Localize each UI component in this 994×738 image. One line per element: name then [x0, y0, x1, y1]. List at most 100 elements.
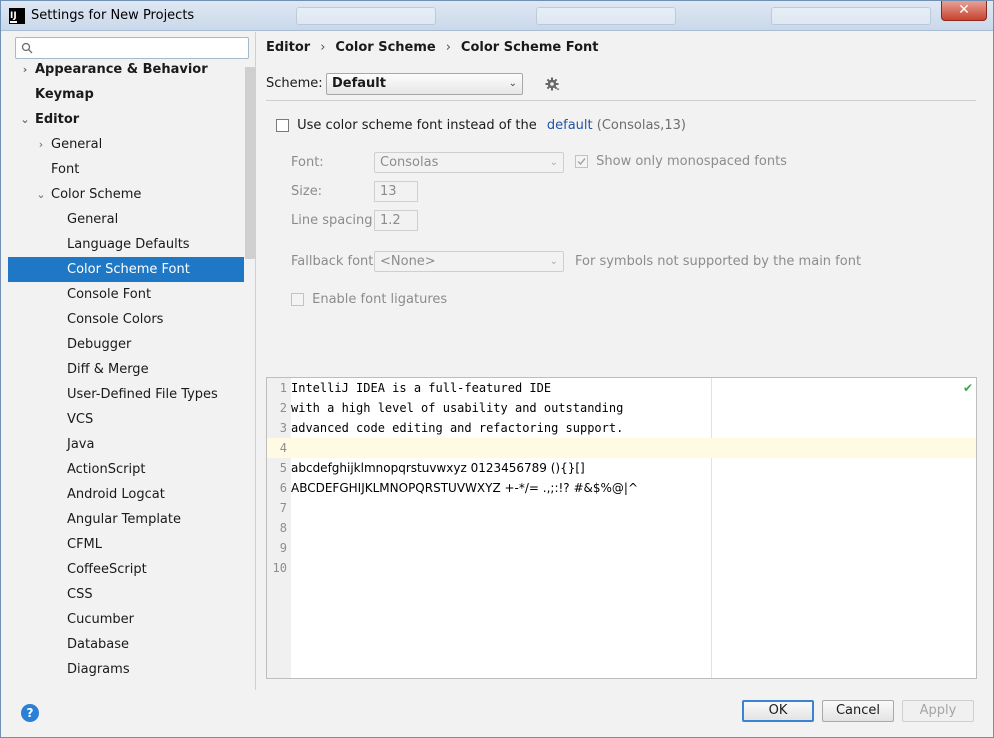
tree-item-label: Cucumber [67, 612, 134, 627]
tree-item-label: User-Defined File Types [67, 387, 218, 402]
tree-item[interactable]: Console Font [8, 282, 244, 307]
tree-item-label: Color Scheme Font [67, 262, 190, 277]
tree-item-label: CSS [67, 587, 93, 602]
tree-item[interactable]: › General [8, 132, 244, 157]
tree-item[interactable]: Language Defaults [8, 232, 244, 257]
tree-item[interactable]: Cucumber [8, 607, 244, 632]
ligatures-checkbox[interactable] [291, 293, 304, 306]
chevron-down-icon: ⌄ [549, 157, 558, 168]
settings-window: IJ Settings for New Projects ✕ › Appearan… [0, 0, 994, 738]
chevron-right-icon[interactable]: › [19, 57, 31, 82]
code-line: 10 [267, 558, 976, 578]
line-spacing-label: Line spacing: [291, 213, 377, 228]
tree-item[interactable]: Diff & Merge [8, 357, 244, 382]
tree-item-label: Debugger [67, 337, 132, 352]
title-bar[interactable]: IJ Settings for New Projects ✕ [1, 1, 993, 31]
show-mono-checkbox[interactable] [575, 155, 588, 168]
chevron-down-icon[interactable]: ⌄ [35, 182, 47, 207]
tree-item-label: Angular Template [67, 512, 181, 527]
code-line: 2 with a high level of usability and outs… [267, 398, 976, 418]
tree-item[interactable]: Java [8, 432, 244, 457]
tree-item[interactable]: Color Scheme Font [8, 257, 244, 282]
code-line: 3 advanced code editing and refactoring s… [267, 418, 976, 438]
show-mono-row: Show only monospaced fonts [575, 154, 787, 169]
tree-item[interactable]: User-Defined File Types [8, 382, 244, 407]
use-scheme-font-checkbox[interactable] [276, 119, 289, 132]
tree-item[interactable]: Android Logcat [8, 482, 244, 507]
line-number: 5 [279, 461, 287, 475]
line-spacing-field[interactable]: 1.2 [374, 210, 418, 231]
font-dropdown[interactable]: Consolas ⌄ [374, 152, 564, 173]
tree-item-label: Database [67, 637, 130, 652]
ok-button[interactable]: OK [742, 700, 814, 722]
size-label: Size: [291, 184, 323, 199]
tree-item-label: CoffeeScript [67, 562, 147, 577]
tree-item[interactable]: CFML [8, 532, 244, 557]
use-scheme-font-row: Use color scheme font instead of the def… [276, 118, 686, 133]
settings-content-panel: Editor › Color Scheme › Color Scheme Font Sc… [257, 32, 993, 690]
fallback-font-hint: For symbols not supported by the main fo… [575, 254, 862, 269]
tree-item[interactable]: Angular Template [8, 507, 244, 532]
tree-item[interactable]: ⌄ Color Scheme [8, 182, 244, 207]
code-text: abcdefghijklmnopqrstuvwxyz 0123456789 ()… [291, 461, 585, 475]
fallback-font-dropdown[interactable]: <None> ⌄ [374, 251, 564, 272]
breadcrumb-editor[interactable]: Editor [266, 40, 310, 55]
code-line: 8 [267, 518, 976, 538]
font-label: Font: [291, 155, 324, 170]
apply-button[interactable]: Apply [902, 700, 974, 722]
tree-item-label: Java [67, 437, 95, 452]
tree-item-label: Appearance & Behavior [35, 62, 208, 77]
chevron-down-icon: ⌄ [508, 78, 517, 89]
default-link[interactable]: default [547, 118, 593, 133]
scheme-dropdown[interactable]: Default ⌄ [326, 73, 523, 95]
code-text: advanced code editing and refactoring su… [291, 421, 624, 435]
help-button[interactable]: ? [21, 704, 39, 722]
tree-item-label: ActionScript [67, 462, 146, 477]
tree-item[interactable]: Diagrams [8, 657, 244, 682]
tree-item-label: Editor [35, 112, 80, 127]
tree-item[interactable]: CoffeeScript [8, 557, 244, 582]
code-text: with a high level of usability and outst… [291, 401, 624, 415]
tree-item[interactable]: CSS [8, 582, 244, 607]
chevron-down-icon[interactable]: ⌄ [19, 107, 31, 132]
tree-scrollbar[interactable] [245, 67, 255, 259]
line-number: 6 [279, 481, 287, 495]
tree-item[interactable]: ⌄ Editor [8, 107, 244, 132]
close-button[interactable]: ✕ [941, 1, 987, 21]
show-mono-label: Show only monospaced fonts [596, 154, 787, 169]
tree-item[interactable]: › Appearance & Behavior [8, 57, 244, 82]
tree-item[interactable]: VCS [8, 407, 244, 432]
size-field[interactable]: 13 [374, 181, 418, 202]
tree-item[interactable]: ActionScript [8, 457, 244, 482]
tree-item[interactable]: General [8, 207, 244, 232]
gear-icon[interactable] [544, 76, 560, 92]
line-number: 2 [279, 401, 287, 415]
chevron-right-icon[interactable]: › [35, 132, 47, 157]
line-number: 3 [279, 421, 287, 435]
tree-item[interactable]: Keymap [8, 82, 244, 107]
code-text: ABCDEFGHIJKLMNOPQRSTUVWXYZ +-*/= .,;:!? … [291, 481, 639, 495]
default-font-info: (Consolas,13) [596, 118, 686, 133]
tree-item[interactable]: Font [8, 157, 244, 182]
cancel-button[interactable]: Cancel [822, 700, 894, 722]
search-input[interactable] [15, 37, 249, 59]
breadcrumb-color-scheme[interactable]: Color Scheme [335, 40, 435, 55]
tree-item[interactable]: Database [8, 632, 244, 657]
font-preview-editor[interactable]: 1 IntelliJ IDEA is a full-featured IDE 2 wi… [266, 377, 977, 679]
tree-item-label: VCS [67, 412, 94, 427]
checkmark-icon [577, 158, 586, 166]
tree-item-label: Keymap [35, 87, 94, 102]
tree-item[interactable]: Debugger [8, 332, 244, 357]
window-title: Settings for New Projects [31, 8, 195, 23]
code-line: 1 IntelliJ IDEA is a full-featured IDE [267, 378, 976, 398]
tree-item-label: Android Logcat [67, 487, 165, 502]
tree-item-label: Diagrams [67, 662, 130, 677]
code-line: 9 [267, 538, 976, 558]
line-number: 4 [279, 441, 287, 455]
background-window-tab [771, 7, 931, 25]
fallback-font-value: <None> [380, 254, 436, 269]
use-scheme-font-label: Use color scheme font instead of the [297, 118, 537, 133]
tree-item[interactable]: Console Colors [8, 307, 244, 332]
tree-item-label: Diff & Merge [67, 362, 149, 377]
background-window-tab [536, 7, 676, 25]
